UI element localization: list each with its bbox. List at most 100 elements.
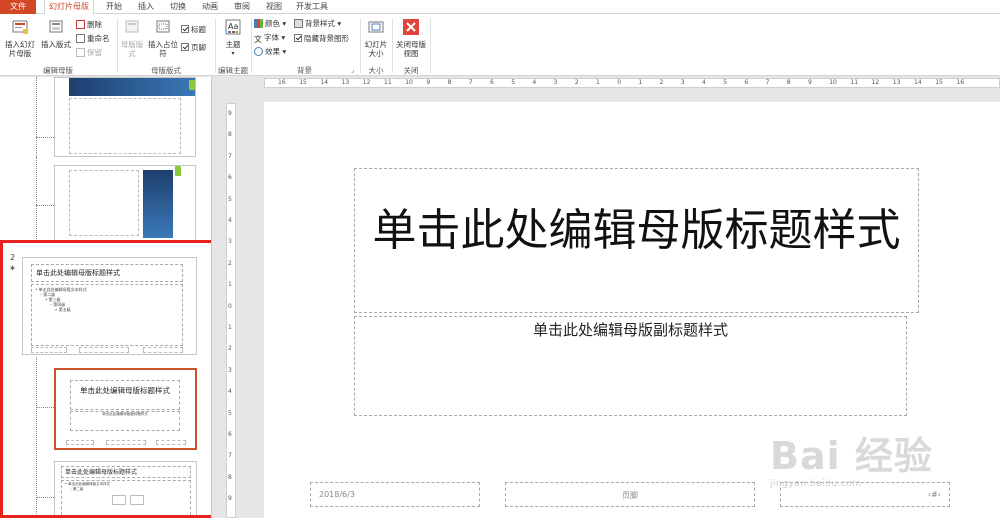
tree-connector [36,205,54,206]
slide-thumbnail-pane[interactable]: 2 ✱ 单击此处编辑母版标题样式 • 单击此处编辑母版文本样式 – 第二级 • … [0,77,212,518]
dialog-launcher-icon[interactable]: ⌟ [351,66,354,75]
ruler-tick-label: 11 [384,79,392,86]
insert-layout-icon [49,20,63,33]
ruler-tick-label: 16 [278,79,286,86]
ribbon: 插入幻灯片母版 插入版式 删除 重命名 保留 编辑母版 母版版式 插入占位符 标… [0,14,1000,76]
themes-label: 主题 [225,40,241,49]
thumbnail-placeholder [69,170,139,236]
tab-view[interactable]: 视图 [260,0,288,14]
ruler-tick-label: 9 [426,79,431,86]
subtitle-placeholder-text[interactable]: 单击此处编辑母版副标题样式 [355,319,906,340]
tab-review[interactable]: 审阅 [228,0,256,14]
effects-dropdown[interactable]: 效果 ▾ [254,47,286,56]
ruler-tick-label: 15 [299,79,307,86]
slide-number: 2 [10,253,16,262]
title-layout-thumbnail[interactable]: 单击此处编辑母版标题样式 单击此处编辑母版副标题样式 [54,368,197,450]
tab-file[interactable]: 文件 [0,0,36,14]
ruler-tick-label: 2 [228,345,232,353]
delete-icon [76,20,85,29]
thumbnail-number-placeholder [156,440,186,445]
tab-home[interactable]: 开始 [100,0,128,14]
ruler-tick-label: 4 [228,217,232,224]
delete-button[interactable]: 删除 [76,20,102,29]
thumbnail-title-placeholder: 单击此处编辑母版标题样式 [61,466,191,478]
title-checkbox-label: 标题 [191,25,206,34]
thumbnail-subtitle-placeholder: 单击此处编辑母版副标题样式 [70,411,180,431]
background-styles-label: 背景样式 [305,19,335,28]
ruler-tick-label: 9 [228,495,232,503]
thumbnail-title-text: 单击此处编辑母版标题样式 [65,469,138,476]
ruler-tick-label: 8 [786,79,791,86]
layout-thumbnail[interactable]: 单击此处编辑母版标题样式 • 单击此处编辑母版文本样式 – 第二级 [54,461,197,518]
master-layout-button[interactable]: 母版版式 [120,18,144,58]
insert-slide-master-icon [12,20,28,34]
ruler-tick-label: 3 [553,79,558,86]
fonts-dropdown[interactable]: 文字体 ▾ [254,33,285,44]
tab-animations[interactable]: 动画 [196,0,224,14]
vertical-ruler-scale: 9 8 7 6 5 4 3 2 1 0 1 2 3 4 5 6 7 8 9 [226,103,236,518]
ruler-tick-label: 1 [596,79,600,86]
pin-icon: ✱ [10,265,16,272]
size-group-label: 大小 [368,66,384,75]
ruler-tick-label: 6 [744,79,749,86]
rename-button[interactable]: 重命名 [76,34,110,43]
svg-text:Aa: Aa [228,22,238,31]
ruler-tick-label: 8 [228,131,232,139]
tab-developer[interactable]: 开发工具 [292,0,332,14]
ruler-tick-label: 8 [447,79,452,86]
thumbnail-accent [189,80,195,90]
preserve-button[interactable]: 保留 [76,48,102,57]
date-placeholder[interactable]: 2018/6/3 [310,482,480,507]
thumbnail-body-line: » 第五级 [55,307,71,312]
rename-icon [76,34,85,43]
master-layout-group-label: 母版版式 [151,66,181,75]
ruler-tick-label: 3 [680,79,685,86]
master-layout-label: 母版版式 [120,40,144,58]
tree-connector [36,407,54,408]
ruler-tick-label: 7 [468,79,473,86]
themes-icon: Aa [225,19,241,35]
themes-button[interactable]: Aa 主题 ▾ [219,18,247,58]
slide-size-button[interactable]: 幻灯片大小 [362,18,390,58]
tab-insert[interactable]: 插入 [132,0,160,14]
effects-icon [254,47,263,56]
footers-checkbox[interactable]: 页脚 [181,43,206,52]
slide-size-icon [368,21,384,33]
thumbnail-footer-placeholder [79,347,129,353]
horizontal-ruler-scale: 16 15 14 13 12 11 10 9 8 7 6 5 4 3 2 1 0 1 2 3 4 5 6 7 8 9 10 11 12 1… [264,78,1000,88]
title-placeholder-text[interactable]: 单击此处编辑母版标题样式 [355,205,918,257]
close-master-view-button[interactable]: 关闭母版视图 [395,18,427,58]
colors-dropdown[interactable]: 颜色 ▾ [254,19,286,28]
title-placeholder[interactable]: 单击此处编辑母版标题样式 [354,168,919,313]
watermark-url-text: jingyan.baidu.com [770,479,862,489]
date-text[interactable]: 2018/6/3 [319,490,355,499]
layout-thumbnail[interactable] [54,165,196,241]
subtitle-placeholder[interactable]: 单击此处编辑母版副标题样式 [354,316,907,416]
background-group-label: 背景 [297,66,312,75]
insert-placeholder-button[interactable]: 插入占位符 [148,18,178,58]
ruler-tick-label: 6 [490,79,494,86]
insert-slide-master-button[interactable]: 插入幻灯片母版 [3,18,37,58]
ruler-tick-label: 7 [228,152,232,160]
edit-master-group-label: 编辑母版 [43,66,73,75]
tree-connector [36,497,54,498]
footer-text[interactable]: 页脚 [506,490,754,501]
slide-master-thumbnail[interactable]: 单击此处编辑母版标题样式 • 单击此处编辑母版文本样式 – 第二级 • 第三级 … [22,257,197,355]
insert-layout-button[interactable]: 插入版式 [39,18,73,49]
insert-placeholder-icon [156,20,170,33]
ruler-tick-label: 0 [617,79,622,86]
thumbnail-header-band [69,78,195,96]
tab-transitions[interactable]: 切换 [164,0,192,14]
hide-background-graphics-checkbox[interactable]: 隐藏背景图形 [294,34,349,43]
ruler-tick-label: 11 [850,79,859,86]
layout-thumbnail[interactable] [54,77,196,157]
group-divider [117,18,118,73]
background-styles-dropdown[interactable]: 背景样式 ▾ [294,19,341,28]
ruler-tick-label: 5 [228,195,232,203]
thumbnail-body-line: – 第二级 [70,487,84,491]
tab-slide-master[interactable]: 幻灯片母版 [44,0,94,15]
title-checkbox[interactable]: 标题 [181,25,206,34]
thumbnail-placeholder [69,98,181,154]
footer-placeholder[interactable]: 页脚 [505,482,755,507]
horizontal-ruler: 16 15 14 13 12 11 10 9 8 7 6 5 4 3 2 1 0 1 2 3 4 5 6 7 8 9 10 11 12 1… [230,77,1000,89]
